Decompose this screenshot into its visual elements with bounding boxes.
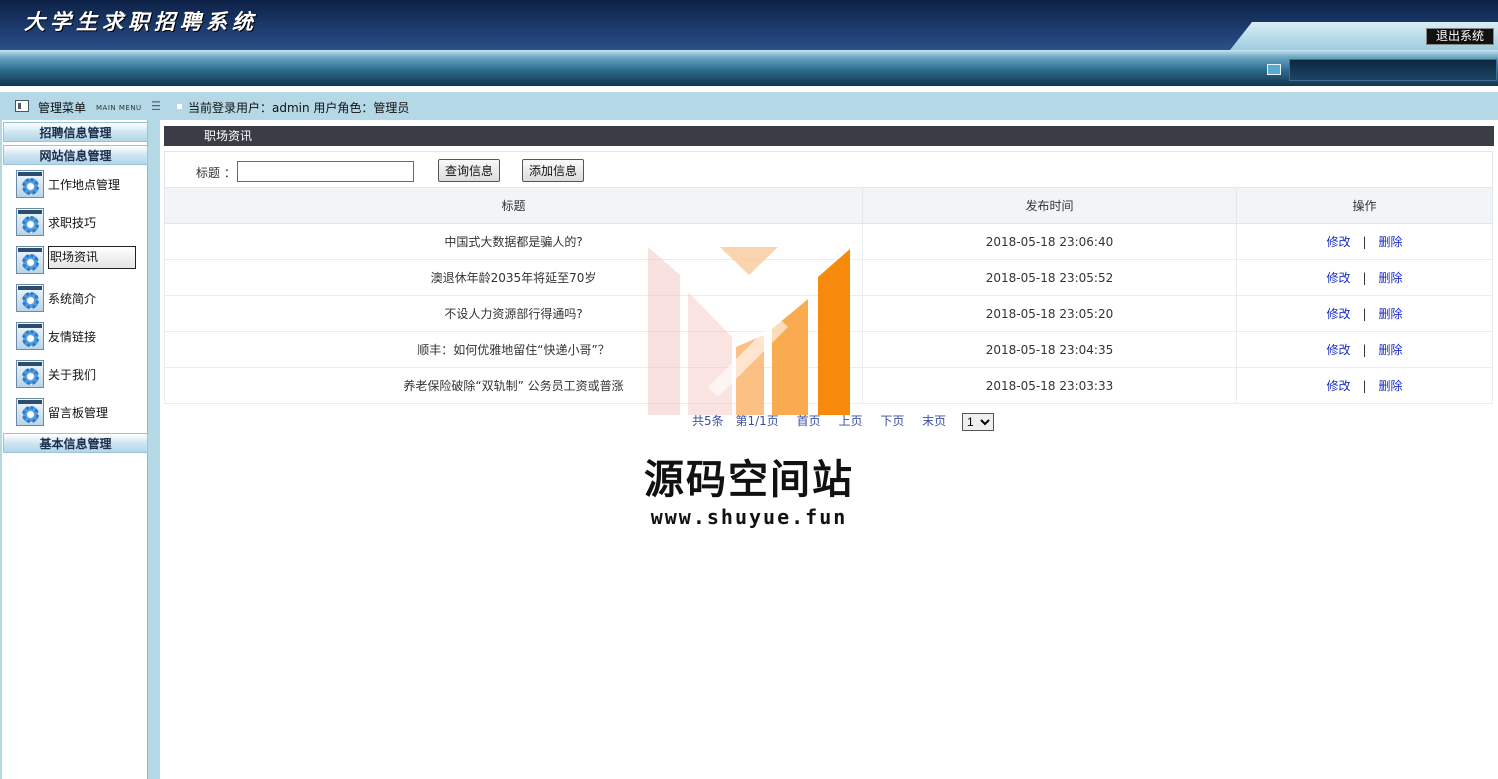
cell-time: 2018-05-18 23:05:52 xyxy=(862,259,1237,296)
table-row: 不设人力资源部行得通吗? 2018-05-18 23:05:20 修改 | 删除 xyxy=(164,295,1493,332)
edit-link[interactable]: 修改 xyxy=(1326,235,1350,249)
pager-prev-link[interactable]: 上页 xyxy=(838,414,862,428)
table-row: 澳退休年龄2035年将延至70岁 2018-05-18 23:05:52 修改 |… xyxy=(164,259,1493,296)
action-separator: | xyxy=(1362,307,1367,321)
pager-page-select[interactable]: 1 xyxy=(962,412,994,431)
sidebar-item-label: 求职技巧 xyxy=(48,216,97,230)
column-header-title: 标题 xyxy=(164,187,863,224)
sidebar-item-label: 友情链接 xyxy=(48,330,97,344)
sidebar-header: 管理菜单 MAIN MENU ☰ xyxy=(2,92,162,120)
sidebar-item-work-location[interactable]: 工作地点管理 xyxy=(16,170,146,198)
title-search-input[interactable] xyxy=(237,161,414,182)
cell-actions: 修改 | 删除 xyxy=(1236,295,1493,332)
add-button[interactable]: 添加信息 xyxy=(522,159,585,182)
news-table: 标题 发布时间 操作 中国式大数据都是骗人的? 2018-05-18 23:06… xyxy=(164,187,1493,404)
cell-title: 中国式大数据都是骗人的? xyxy=(164,223,863,260)
menu-icon xyxy=(15,100,29,112)
sidebar-item-friend-links[interactable]: 友情链接 xyxy=(16,322,146,350)
cell-actions: 修改 | 删除 xyxy=(1236,331,1493,368)
edit-link[interactable]: 修改 xyxy=(1326,271,1350,285)
sidebar-group-site[interactable]: 网站信息管理 xyxy=(3,145,148,165)
sidebar-item-label: 职场资讯 xyxy=(48,246,136,269)
delete-link[interactable]: 删除 xyxy=(1379,379,1403,393)
sidebar-item-about-us[interactable]: 关于我们 xyxy=(16,360,146,388)
table-row: 顺丰：如何优雅地留住“快递小哥”？ 2018-05-18 23:04:35 修改… xyxy=(164,331,1493,368)
action-separator: | xyxy=(1362,271,1367,285)
sidebar-item-workplace-news[interactable]: 职场资讯 xyxy=(16,246,146,274)
cell-time: 2018-05-18 23:03:33 xyxy=(862,367,1237,404)
gear-icon xyxy=(16,360,44,388)
user-info-bar: 当前登录用户：admin 用户角色：管理员 xyxy=(160,92,1498,120)
column-header-actions: 操作 xyxy=(1236,187,1493,224)
gear-icon xyxy=(16,322,44,350)
page-title: 职场资讯 xyxy=(164,126,1494,146)
pager-next-link[interactable]: 下页 xyxy=(880,414,904,428)
sidebar-group-recruit[interactable]: 招聘信息管理 xyxy=(3,122,148,142)
gear-icon xyxy=(16,170,44,198)
table-header-row: 标题 发布时间 操作 xyxy=(164,187,1493,224)
cell-actions: 修改 | 删除 xyxy=(1236,259,1493,296)
cell-title: 不设人力资源部行得通吗? xyxy=(164,295,863,332)
table-row: 养老保险破除“双轨制” 公务员工资或普涨 2018-05-18 23:03:33… xyxy=(164,367,1493,404)
action-separator: | xyxy=(1362,343,1367,357)
edit-link[interactable]: 修改 xyxy=(1326,343,1350,357)
table-row: 中国式大数据都是骗人的? 2018-05-18 23:06:40 修改 | 删除 xyxy=(164,223,1493,260)
watermark-text: 源码空间站 xyxy=(644,457,854,503)
logout-button[interactable]: 退出系统 xyxy=(1426,28,1494,45)
watermark-url: www.shuyue.fun xyxy=(650,505,848,529)
delete-link[interactable]: 删除 xyxy=(1379,271,1403,285)
gear-icon xyxy=(16,246,44,274)
sidebar-item-label: 关于我们 xyxy=(48,368,97,382)
sidebar-item-job-tips[interactable]: 求职技巧 xyxy=(16,208,146,236)
pager-total: 共5条 xyxy=(692,414,724,428)
monitor-icon xyxy=(1267,64,1281,75)
column-header-time: 发布时间 xyxy=(862,187,1237,224)
sidebar-item-label: 留言板管理 xyxy=(48,406,109,420)
action-separator: | xyxy=(1362,235,1367,249)
delete-link[interactable]: 删除 xyxy=(1379,307,1403,321)
pager-last-link[interactable]: 末页 xyxy=(922,414,946,428)
edit-link[interactable]: 修改 xyxy=(1326,307,1350,321)
action-separator: | xyxy=(1362,379,1367,393)
sidebar-title: 管理菜单 xyxy=(38,101,87,115)
cell-time: 2018-05-18 23:06:40 xyxy=(862,223,1237,260)
gear-icon xyxy=(16,208,44,236)
current-user-info: 当前登录用户：admin 用户角色：管理员 xyxy=(188,101,410,115)
sidebar-item-system-intro[interactable]: 系统简介 xyxy=(16,284,146,312)
header-status-box xyxy=(1289,59,1497,81)
sidebar-item-guestbook[interactable]: 留言板管理 xyxy=(16,398,146,426)
delete-link[interactable]: 删除 xyxy=(1379,235,1403,249)
query-button[interactable]: 查询信息 xyxy=(438,159,501,182)
sidebar-item-label: 工作地点管理 xyxy=(48,178,121,192)
search-form: 标题 ： 查询信息 添加信息 xyxy=(164,151,1493,187)
pager-page-info: 第1/1页 xyxy=(735,414,779,428)
sidebar-subtitle: MAIN MENU xyxy=(96,104,142,112)
bullet-icon xyxy=(177,104,182,109)
cell-actions: 修改 | 删除 xyxy=(1236,223,1493,260)
title-search-label: 标题 ： xyxy=(196,166,236,180)
cell-time: 2018-05-18 23:04:35 xyxy=(862,331,1237,368)
cell-actions: 修改 | 删除 xyxy=(1236,367,1493,404)
edit-link[interactable]: 修改 xyxy=(1326,379,1350,393)
gear-icon xyxy=(16,398,44,426)
cell-title: 养老保险破除“双轨制” 公务员工资或普涨 xyxy=(164,367,863,404)
cell-title: 澳退休年龄2035年将延至70岁 xyxy=(164,259,863,296)
pager-first-link[interactable]: 首页 xyxy=(797,414,821,428)
sidebar-group-basic[interactable]: 基本信息管理 xyxy=(3,433,148,453)
sidebar: 管理菜单 MAIN MENU ☰ 招聘信息管理 网站信息管理 工作地点管理 求职… xyxy=(0,92,162,779)
sidebar-item-label: 系统简介 xyxy=(48,292,97,306)
app-title: 大学生求职招聘系统 xyxy=(24,9,258,34)
cell-time: 2018-05-18 23:05:20 xyxy=(862,295,1237,332)
cell-title: 顺丰：如何优雅地留住“快递小哥”？ xyxy=(164,331,863,368)
delete-link[interactable]: 删除 xyxy=(1379,343,1403,357)
gear-icon xyxy=(16,284,44,312)
pagination: 共5条 第1/1页 首页 上页 下页 末页 1 xyxy=(692,412,994,431)
